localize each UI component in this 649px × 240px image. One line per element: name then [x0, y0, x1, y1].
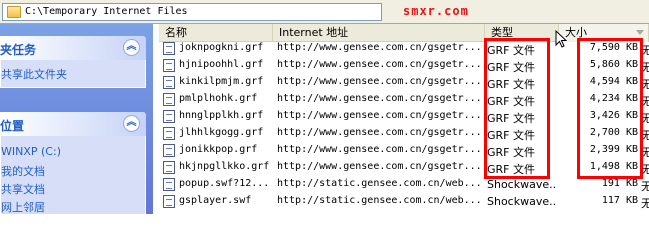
- address-text: C:\Temporary Internet Files: [25, 6, 188, 17]
- collapse-chevron-icon[interactable]: ︽: [123, 39, 140, 56]
- cell-size: 2,700 KB: [589, 127, 638, 138]
- cell-address: http://www.gensee.com.cn/gsgetr...: [277, 59, 480, 70]
- cell-type: Shockwave...: [487, 178, 557, 191]
- file-icon: [163, 127, 175, 140]
- cell-size: 7,590 KB: [589, 42, 638, 53]
- table-row[interactable]: popup.swf?12... http://static.gensee.com…: [159, 177, 649, 193]
- task-pane: 夹任务 ︽ 共享此文件夹 位置 ︽ WINXP (C:) 我的文档 共享文档 网…: [0, 24, 153, 214]
- file-icon: [163, 161, 175, 174]
- cell-size: 1,498 KB: [589, 161, 638, 172]
- cell-type: Shockwave...: [487, 195, 557, 208]
- other-places-header[interactable]: 位置 ︽: [0, 112, 146, 136]
- cell-name: kinkilpmjm.grf: [179, 76, 264, 87]
- cell-address: http://www.gensee.com.cn/gsgetr...: [277, 42, 480, 53]
- cell-name: popup.swf?12...: [179, 178, 270, 189]
- place-my-documents[interactable]: 我的文档: [1, 163, 45, 179]
- cell-more: 无: [641, 197, 649, 210]
- watermark: smxr.com: [403, 4, 469, 18]
- cell-name: jlhhlkgogg.grf: [179, 127, 264, 138]
- address-field[interactable]: C:\Temporary Internet Files: [2, 3, 382, 21]
- cell-more: 无: [641, 61, 649, 74]
- cell-name: hjnipoohhl.grf: [179, 59, 264, 70]
- table-row[interactable]: gsplayer.swf http://static.gensee.com.cn…: [159, 194, 649, 210]
- cell-type: GRF 文件: [487, 112, 535, 125]
- explorer-window: { "address_bar": {"path": "C:\\Temporary…: [0, 0, 649, 214]
- place-shared-documents[interactable]: 共享文档: [1, 181, 45, 197]
- cell-address: http://static.gensee.com.cn/web...: [277, 178, 480, 189]
- cell-type: GRF 文件: [487, 44, 535, 57]
- flash-file-icon: [163, 195, 175, 208]
- cell-size: 2,399 KB: [589, 144, 638, 155]
- other-places-body: WINXP (C:) 我的文档 共享文档 网上邻居: [0, 136, 146, 214]
- cell-address: http://www.gensee.com.cn/gsgetr...: [277, 110, 480, 121]
- column-address[interactable]: Internet 地址: [273, 24, 485, 42]
- cell-type: GRF 文件: [487, 61, 535, 74]
- cell-size: 191 KB: [601, 178, 638, 189]
- cell-type: GRF 文件: [487, 95, 535, 108]
- cell-address: http://www.gensee.com.cn/gsgetr...: [277, 127, 480, 138]
- cell-more: 无: [641, 163, 649, 176]
- file-icon: [163, 59, 175, 72]
- table-row[interactable]: jonikkpop.grf http://www.gensee.com.cn/g…: [159, 143, 649, 159]
- file-list: 名称 Internet 地址 类型 大小 joknpogkni.grf http…: [159, 24, 649, 214]
- column-header: 名称 Internet 地址 类型 大小: [159, 24, 649, 42]
- other-places-title: 位置: [0, 119, 25, 133]
- place-network[interactable]: 网上邻居: [1, 199, 45, 214]
- cell-address: http://www.gensee.com.cn/gsgetr...: [277, 76, 480, 87]
- file-icon: [163, 42, 175, 55]
- cell-name: jonikkpop.grf: [179, 144, 258, 155]
- mouse-pointer-icon: [555, 30, 567, 48]
- cell-type: GRF 文件: [487, 146, 535, 159]
- cell-name: hkjnpgllkko.grf: [179, 161, 270, 172]
- cell-address: http://www.gensee.com.cn/gsgetr...: [277, 93, 480, 104]
- cell-size: 5,860 KB: [589, 59, 638, 70]
- file-icon: [163, 110, 175, 123]
- column-type[interactable]: 类型: [485, 24, 559, 42]
- cell-size: 4,234 KB: [589, 93, 638, 104]
- cell-more: 无: [641, 129, 649, 142]
- cell-name: gsplayer.swf: [179, 195, 252, 206]
- collapse-chevron-icon[interactable]: ︽: [123, 115, 140, 132]
- cell-type: GRF 文件: [487, 163, 535, 176]
- file-tasks-header[interactable]: 夹任务 ︽: [0, 36, 146, 60]
- cell-name: pmlplhohk.grf: [179, 93, 258, 104]
- cell-address: http://static.gensee.com.cn/web...: [277, 195, 480, 206]
- cell-more: 无: [641, 78, 649, 91]
- cell-name: joknpogkni.grf: [179, 42, 264, 53]
- cell-more: 无: [641, 95, 649, 108]
- table-row[interactable]: jlhhlkgogg.grf http://www.gensee.com.cn/…: [159, 126, 649, 142]
- cell-size: 117 KB: [601, 195, 638, 206]
- cell-name: hnnglpplkh.grf: [179, 110, 264, 121]
- table-row[interactable]: hkjnpgllkko.grf http://www.gensee.com.cn…: [159, 160, 649, 176]
- file-icon: [163, 76, 175, 89]
- column-size-label: 大小: [565, 26, 587, 39]
- flash-file-icon: [163, 178, 175, 191]
- cell-address: http://www.gensee.com.cn/gsgetr...: [277, 144, 480, 155]
- table-row[interactable]: kinkilpmjm.grf http://www.gensee.com.cn/…: [159, 75, 649, 91]
- cell-type: GRF 文件: [487, 78, 535, 91]
- sort-desc-icon: [636, 30, 644, 35]
- place-winxp-c[interactable]: WINXP (C:): [1, 145, 61, 158]
- cell-more: 无: [641, 44, 649, 57]
- cell-type: GRF 文件: [487, 129, 535, 142]
- column-name[interactable]: 名称: [159, 24, 273, 42]
- cell-address: http://www.gensee.com.cn/gsgetr...: [277, 161, 480, 172]
- cell-size: 3,426 KB: [589, 110, 638, 121]
- table-row[interactable]: pmlplhohk.grf http://www.gensee.com.cn/g…: [159, 92, 649, 108]
- cell-size: 4,594 KB: [589, 76, 638, 87]
- table-row[interactable]: hjnipoohhl.grf http://www.gensee.com.cn/…: [159, 58, 649, 74]
- table-row[interactable]: joknpogkni.grf http://www.gensee.com.cn/…: [159, 41, 649, 57]
- file-tasks-title: 夹任务: [0, 43, 37, 57]
- folder-icon: [7, 6, 21, 18]
- cell-more: 无: [641, 180, 649, 193]
- address-bar: C:\Temporary Internet Files smxr.com: [0, 0, 649, 24]
- task-share-folder[interactable]: 共享此文件夹: [1, 66, 67, 82]
- file-icon: [163, 144, 175, 157]
- cell-more: 无: [641, 112, 649, 125]
- file-icon: [163, 93, 175, 106]
- cell-more: 无: [641, 146, 649, 159]
- column-size[interactable]: 大小: [559, 24, 649, 42]
- table-row[interactable]: hnnglpplkh.grf http://www.gensee.com.cn/…: [159, 109, 649, 125]
- file-tasks-body: 共享此文件夹: [0, 60, 146, 88]
